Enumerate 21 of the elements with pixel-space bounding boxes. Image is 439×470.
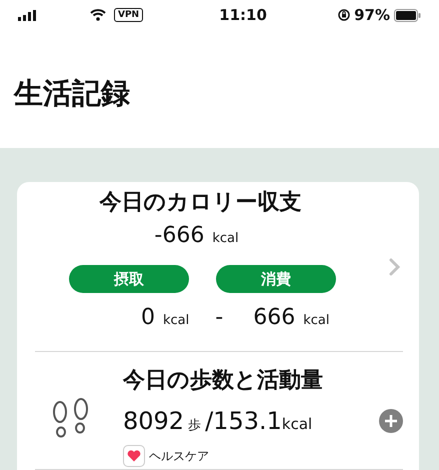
burned-value: 666: [253, 304, 296, 332]
separator: -: [215, 304, 224, 332]
separator: /: [205, 406, 214, 437]
unit-label: kcal: [303, 312, 330, 330]
unit-label: kcal: [212, 230, 239, 248]
unit-label: kcal: [163, 312, 190, 330]
calorie-title: 今日のカロリー収支: [100, 190, 302, 215]
activity-title: 今日の歩数と活動量: [123, 368, 323, 393]
vpn-indicator: VPN: [114, 8, 144, 22]
battery-percentage: 97%: [354, 4, 390, 26]
page-title: 生活記録: [14, 76, 130, 110]
activity-calories: 153.1: [213, 406, 282, 437]
intake-label[interactable]: 摂取: [69, 265, 189, 293]
step-count: 8092: [123, 406, 184, 437]
burned-label[interactable]: 消費: [216, 265, 336, 293]
unit-label: kcal: [282, 414, 312, 435]
unit-label: 歩: [188, 417, 202, 435]
health-source-label: ヘルスケア: [149, 448, 209, 465]
clock-time: 11:10: [219, 6, 267, 24]
intake-value: 0: [141, 304, 155, 332]
calorie-balance: -666: [154, 222, 204, 250]
